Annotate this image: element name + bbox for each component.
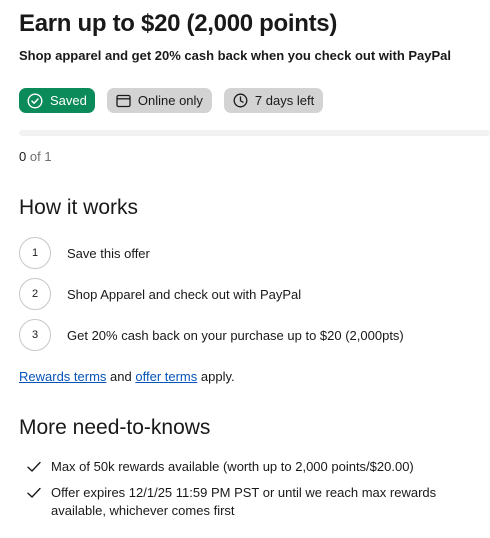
check-circle-icon bbox=[27, 92, 43, 109]
saved-label: Saved bbox=[50, 93, 87, 108]
step-text: Save this offer bbox=[67, 245, 150, 261]
step-number: 2 bbox=[19, 278, 51, 310]
step-number: 1 bbox=[19, 237, 51, 269]
need-to-know-text: Max of 50k rewards available (worth up t… bbox=[51, 459, 414, 474]
step-number: 3 bbox=[19, 319, 51, 351]
terms-and-text: and bbox=[110, 369, 132, 384]
window-icon bbox=[116, 94, 131, 108]
progress-count-total: of 1 bbox=[29, 149, 52, 164]
need-to-knows-heading: More need-to-knows bbox=[19, 416, 211, 439]
step-item: 3 Get 20% cash back on your purchase up … bbox=[19, 319, 404, 351]
step-text: Shop Apparel and check out with PayPal bbox=[67, 286, 302, 302]
need-to-know-text: Offer expires 12/1/25 11:59 PM PST or un… bbox=[51, 485, 437, 518]
online-only-label: Online only bbox=[137, 93, 203, 108]
clock-icon bbox=[233, 93, 248, 108]
need-to-know-item: Max of 50k rewards available (worth up t… bbox=[27, 458, 461, 478]
need-to-know-item: Offer expires 12/1/25 11:59 PM PST or un… bbox=[27, 484, 461, 520]
days-left-badge: 7 days left bbox=[223, 88, 324, 113]
offer-chips: Saved Online only 7 days left bbox=[19, 88, 324, 113]
terms-line: Rewards terms and offer terms apply. bbox=[19, 369, 235, 384]
online-only-badge: Online only bbox=[106, 88, 212, 113]
checkmark-icon bbox=[27, 458, 41, 478]
terms-apply-text: apply. bbox=[200, 369, 235, 384]
offer-subtitle: Shop apparel and get 20% cash back when … bbox=[19, 48, 452, 63]
progress-count: 0 of 1 bbox=[19, 149, 52, 164]
how-it-works-heading: How it works bbox=[19, 196, 139, 219]
step-item: 1 Save this offer bbox=[19, 237, 150, 269]
saved-button[interactable]: Saved bbox=[19, 88, 95, 113]
step-text: Get 20% cash back on your purchase up to… bbox=[67, 327, 404, 343]
step-item: 2 Shop Apparel and check out with PayPal bbox=[19, 278, 301, 310]
offer-title: Earn up to $20 (2,000 points) bbox=[19, 10, 338, 37]
offer-terms-link[interactable]: offer terms bbox=[135, 369, 197, 384]
rewards-terms-link[interactable]: Rewards terms bbox=[19, 369, 106, 384]
days-left-label: 7 days left bbox=[254, 93, 315, 108]
progress-bar bbox=[19, 130, 490, 136]
progress-count-value: 0 bbox=[19, 149, 27, 164]
checkmark-icon bbox=[27, 484, 41, 504]
offer-page: Earn up to $20 (2,000 points) Shop appar… bbox=[0, 0, 490, 538]
